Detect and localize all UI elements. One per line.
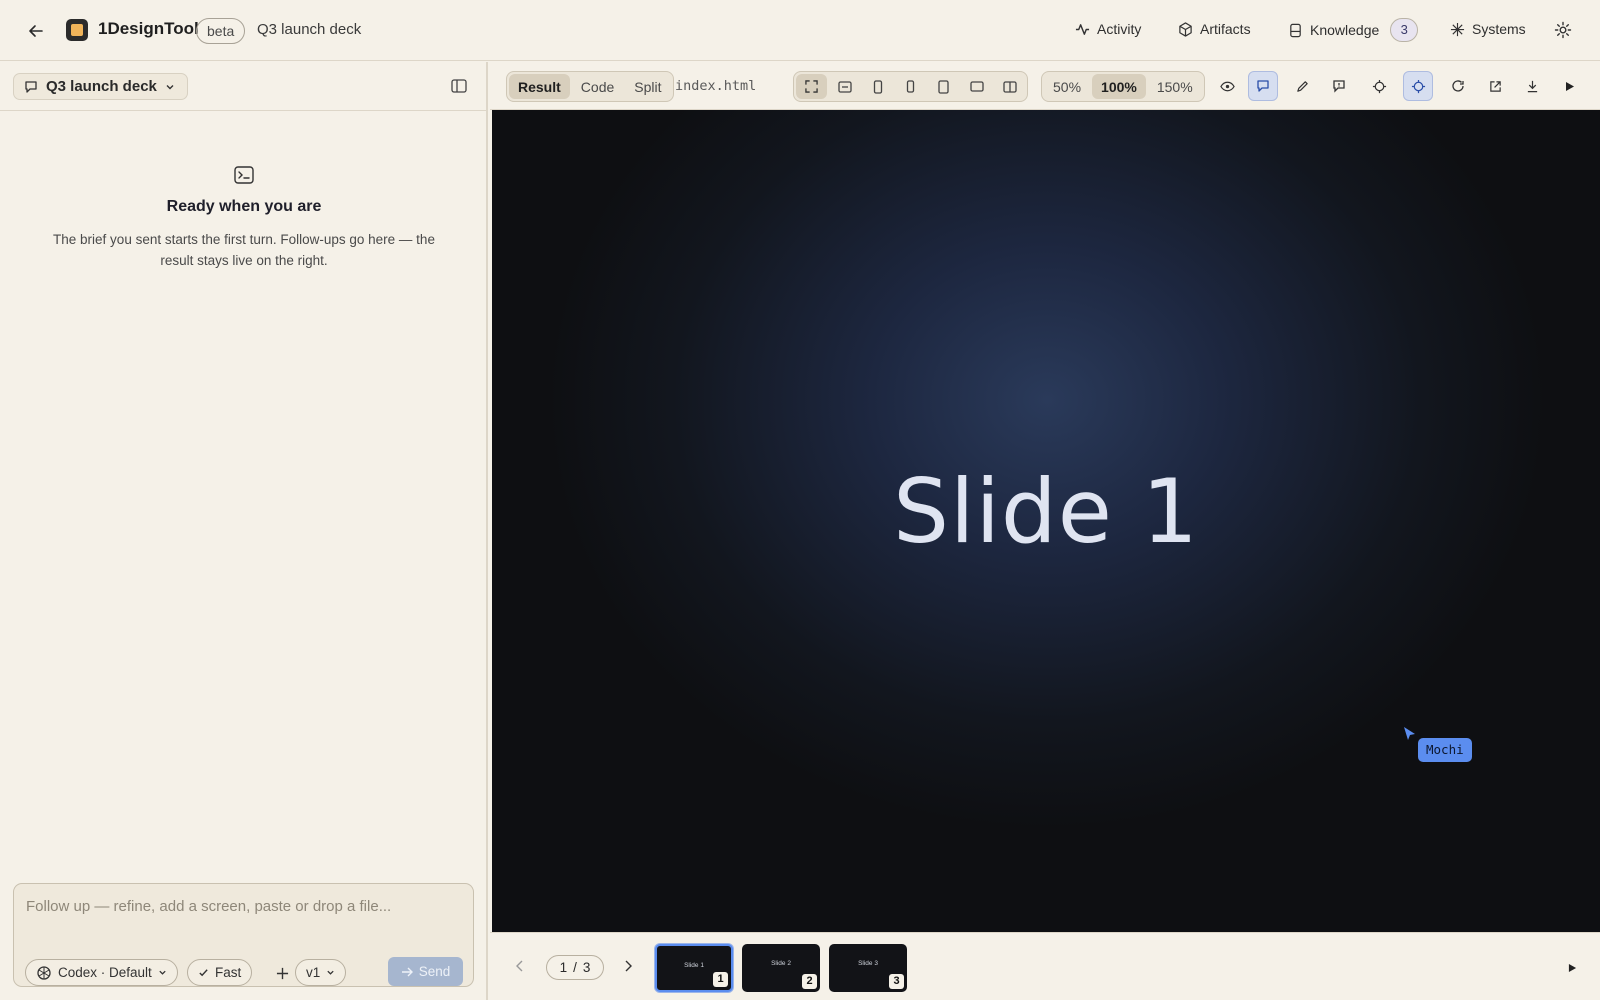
zoom-50[interactable]: 50% <box>1044 74 1090 99</box>
target-icon[interactable] <box>1403 71 1433 101</box>
speed-toggle[interactable]: Fast <box>187 959 253 986</box>
preview-eye-icon[interactable] <box>1212 71 1242 101</box>
knowledge-count-badge: 3 <box>1390 18 1419 42</box>
nav-systems[interactable]: Systems <box>1450 21 1526 37</box>
send-button[interactable]: Send <box>388 957 463 986</box>
openai-logo-icon <box>37 965 51 980</box>
session-selector[interactable]: Q3 launch deck <box>13 73 188 100</box>
collaborator-cursor-label: Mochi <box>1418 738 1472 762</box>
view-tabs: Result Code Split <box>506 71 674 102</box>
nav-artifacts-label: Artifacts <box>1200 21 1251 37</box>
back-arrow-icon[interactable] <box>24 19 48 43</box>
model-label: Codex · Default <box>58 965 152 980</box>
empty-state-title: Ready when you are <box>166 198 322 215</box>
plus-icon <box>276 967 289 980</box>
comment-icon[interactable] <box>1248 71 1278 101</box>
check-icon <box>199 969 208 977</box>
viewport-landscape-icon[interactable] <box>961 74 992 99</box>
viewport-desktop-icon[interactable] <box>829 74 860 99</box>
sparkle-icon <box>1450 22 1465 36</box>
thumbnail-label: Slide 1 <box>684 962 704 969</box>
slide-thumbnail[interactable]: Slide 3 3 <box>829 944 907 992</box>
slide-navigation: 1 / 3 Slide 1 1 Slide 2 2 Slide 3 3 <box>490 932 1600 1000</box>
app-logo-icon <box>66 19 88 41</box>
nav-activity-label: Activity <box>1097 21 1142 37</box>
slide-thumbnail[interactable]: Slide 2 2 <box>742 944 820 992</box>
version-selector[interactable]: v1 <box>295 959 347 986</box>
nav-activity[interactable]: Activity <box>1075 21 1141 37</box>
present-play-icon[interactable] <box>1555 71 1585 101</box>
top-bar: 1DesignTool beta Q3 launch deck Activity… <box>0 0 1600 61</box>
refresh-icon[interactable] <box>1443 71 1473 101</box>
chevron-down-icon <box>159 970 166 975</box>
thumbnail-number: 1 <box>713 972 728 987</box>
current-page: 1 <box>559 960 568 975</box>
tab-result[interactable]: Result <box>509 74 570 99</box>
viewport-split-icon[interactable] <box>994 74 1025 99</box>
activity-icon <box>1075 23 1090 35</box>
slide-preview[interactable]: Slide 1 Mochi <box>492 110 1600 932</box>
chat-bubble-icon <box>25 80 37 93</box>
beta-badge: beta <box>196 18 246 44</box>
nav-knowledge[interactable]: Knowledge 3 <box>1288 18 1419 42</box>
sidebar-toggle-icon[interactable] <box>451 79 467 98</box>
terminal-icon <box>234 166 254 189</box>
viewport-selector <box>793 71 1028 102</box>
filename: index.html <box>675 78 757 94</box>
slide-title: Slide 1 <box>893 460 1199 563</box>
model-selector[interactable]: Codex · Default <box>25 959 178 986</box>
next-slide-icon[interactable] <box>618 956 638 976</box>
speed-label: Fast <box>215 965 242 980</box>
prev-slide-icon[interactable] <box>510 956 530 976</box>
nav-systems-label: Systems <box>1472 21 1526 37</box>
send-label: Send <box>418 964 451 979</box>
chevron-down-icon <box>327 970 334 975</box>
zoom-100[interactable]: 100% <box>1092 74 1146 99</box>
viewport-phone-icon[interactable] <box>862 74 893 99</box>
panel-divider <box>0 110 486 111</box>
viewport-fit-icon[interactable] <box>796 74 827 99</box>
settings-gear-icon[interactable] <box>1554 21 1572 44</box>
zoom-selector: 50% 100% 150% <box>1041 71 1205 102</box>
database-icon <box>1290 23 1301 37</box>
viewport-phone-small-icon[interactable] <box>895 74 926 99</box>
slide-thumbnail[interactable]: Slide 1 1 <box>655 944 733 992</box>
version-label: v1 <box>306 965 321 980</box>
zoom-150[interactable]: 150% <box>1148 74 1202 99</box>
add-attachment-button[interactable] <box>276 964 289 985</box>
thumbnail-label: Slide 3 <box>858 960 878 967</box>
chat-panel: Q3 launch deck Ready when you are The br… <box>0 62 488 1000</box>
preview-toolbar: Result Code Split index.html 50% 100% 15… <box>490 62 1600 110</box>
page-separator: / <box>573 960 577 975</box>
total-pages: 3 <box>582 960 591 975</box>
thumbnail-number: 2 <box>802 974 817 989</box>
pencil-icon[interactable] <box>1287 71 1317 101</box>
play-icon[interactable] <box>1568 960 1577 978</box>
composer: Follow up — refine, add a screen, paste … <box>13 883 474 987</box>
annotate-icon[interactable] <box>1324 71 1354 101</box>
tab-code[interactable]: Code <box>572 74 623 99</box>
crosshair-icon[interactable] <box>1364 71 1394 101</box>
open-external-icon[interactable] <box>1480 71 1510 101</box>
app-name: 1DesignTool <box>98 19 199 38</box>
nav-knowledge-label: Knowledge <box>1310 22 1380 38</box>
follow-up-input[interactable]: Follow up — refine, add a screen, paste … <box>26 898 391 915</box>
session-name: Q3 launch deck <box>46 78 157 95</box>
thumbnail-label: Slide 2 <box>771 960 791 967</box>
cube-icon <box>1179 21 1192 37</box>
viewport-tablet-icon[interactable] <box>928 74 959 99</box>
nav-artifacts[interactable]: Artifacts <box>1178 21 1251 37</box>
tab-split[interactable]: Split <box>625 74 670 99</box>
download-icon[interactable] <box>1517 71 1547 101</box>
page-indicator: 1 / 3 <box>546 955 604 980</box>
thumbnail-number: 3 <box>889 974 904 989</box>
chevron-down-icon <box>166 84 174 89</box>
arrow-right-icon <box>401 967 413 976</box>
empty-state-description: The brief you sent starts the first turn… <box>53 232 435 268</box>
cursor-pointer-icon <box>1403 726 1417 747</box>
document-title[interactable]: Q3 launch deck <box>257 21 361 38</box>
